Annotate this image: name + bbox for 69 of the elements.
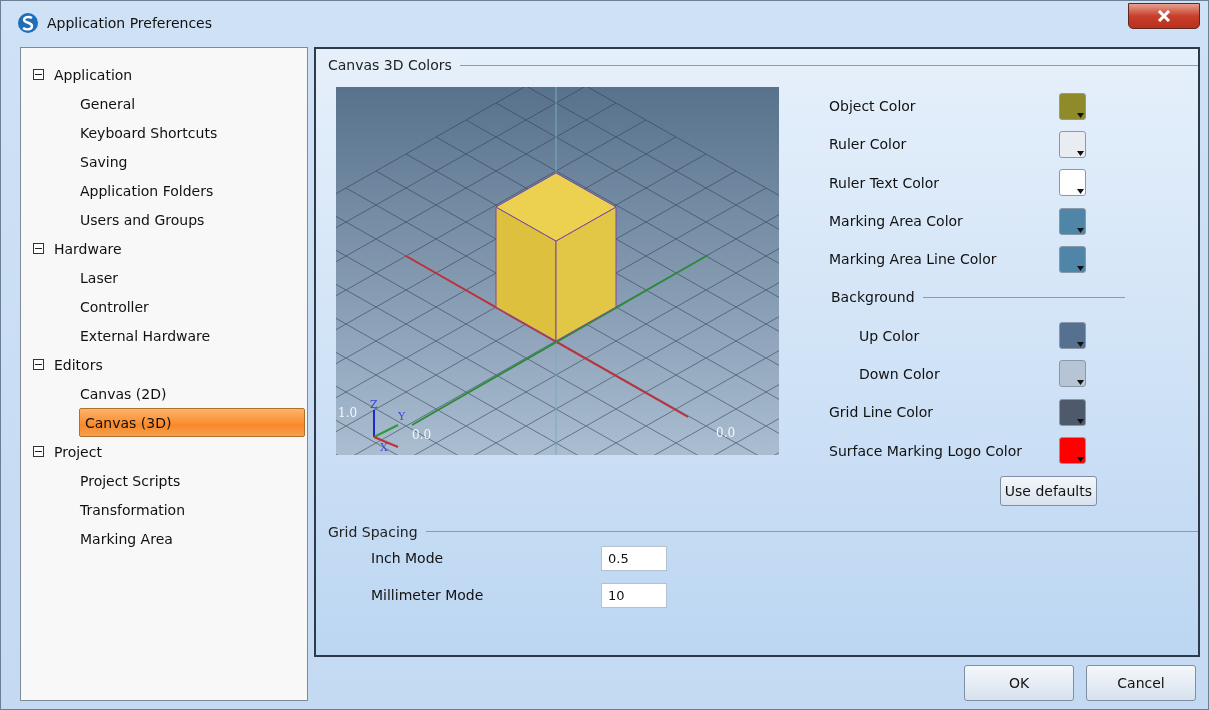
color-label: Marking Area Color <box>829 213 964 230</box>
color-label: Up Color <box>858 327 921 344</box>
color-label: Ruler Text Color <box>829 174 940 191</box>
tree-item[interactable]: Controller <box>28 292 305 321</box>
tree-group[interactable]: Editors <box>54 356 103 373</box>
tree-item[interactable]: Project Scripts <box>28 466 305 495</box>
ruler-label: 1.0 <box>338 406 358 420</box>
dialog-button[interactable]: OK <box>964 665 1074 701</box>
color-swatch-button[interactable] <box>1059 245 1086 273</box>
tree-item[interactable]: External Hardware <box>28 321 305 350</box>
section-heading: Canvas 3D Colors <box>328 57 452 73</box>
tree-item[interactable]: Application Folders <box>28 176 305 205</box>
tree-item[interactable]: Laser <box>28 263 305 292</box>
field-label: Millimeter Mode <box>371 587 485 604</box>
color-label: Ruler Color <box>829 136 908 153</box>
dropdown-arrow-icon <box>1077 227 1084 233</box>
tree-item[interactable]: Canvas (3D) <box>79 408 305 437</box>
app-logo-icon <box>17 12 39 34</box>
use-defaults-button[interactable]: Use defaults <box>999 475 1097 506</box>
color-label: Marking Area Line Color <box>829 251 998 268</box>
axis-label: X <box>380 441 388 454</box>
close-button[interactable] <box>1128 3 1200 29</box>
collapse-icon[interactable] <box>33 446 44 457</box>
dropdown-arrow-icon <box>1077 112 1084 118</box>
color-label: Object Color <box>829 98 917 115</box>
dropdown-arrow-icon <box>1077 150 1084 156</box>
collapse-icon[interactable] <box>33 69 44 80</box>
tree-group[interactable]: Hardware <box>54 240 122 257</box>
tree-item[interactable]: Canvas (2D) <box>28 379 305 408</box>
color-swatch-button[interactable] <box>1059 130 1086 158</box>
color-swatch-button[interactable] <box>1059 169 1086 197</box>
input-field[interactable]: 0.5 <box>601 545 667 571</box>
section-heading: Grid Spacing <box>328 523 418 540</box>
collapse-icon[interactable] <box>33 243 44 254</box>
tree-item[interactable]: Keyboard Shortcuts <box>28 118 305 147</box>
dropdown-arrow-icon <box>1077 265 1084 271</box>
tree-item[interactable]: General <box>28 89 305 118</box>
field-label: Inch Mode <box>371 550 445 567</box>
color-swatch-button[interactable] <box>1059 92 1086 120</box>
tree-item[interactable]: Transformation <box>28 495 305 524</box>
dropdown-arrow-icon <box>1077 418 1084 424</box>
ruler-label: 0.0 <box>412 428 432 442</box>
color-swatch-button[interactable] <box>1059 360 1086 388</box>
dropdown-arrow-icon <box>1077 189 1084 195</box>
tree-item[interactable]: Saving <box>28 147 305 176</box>
tree-group[interactable]: Application <box>54 66 133 83</box>
dropdown-arrow-icon <box>1077 457 1084 462</box>
tree-group[interactable]: Project <box>54 443 102 460</box>
section-heading: Background <box>831 289 915 306</box>
dropdown-arrow-icon <box>1077 380 1084 386</box>
tree-item[interactable]: Marking Area <box>28 524 305 553</box>
close-icon <box>1157 10 1171 22</box>
color-label: Grid Line Color <box>829 404 934 421</box>
color-swatch-button[interactable] <box>1059 437 1086 464</box>
axis-label: Y <box>398 410 406 423</box>
3d-viewport[interactable]: Z Y X 1.0 0.0 0.0 <box>336 87 779 455</box>
color-swatch-button[interactable] <box>1059 207 1086 235</box>
ruler-label: 0.0 <box>716 426 736 440</box>
color-label: Down Color <box>858 365 941 382</box>
input-field[interactable]: 10 <box>601 582 667 608</box>
tree-item[interactable]: Users and Groups <box>28 205 305 234</box>
color-swatch-button[interactable] <box>1059 398 1086 426</box>
collapse-icon[interactable] <box>33 359 44 370</box>
axis-label: Z <box>370 398 378 411</box>
color-label: Surface Marking Logo Color <box>829 442 1023 459</box>
dialog-button[interactable]: Cancel <box>1086 665 1196 701</box>
window-title: Application Preferences <box>47 15 213 31</box>
color-swatch-button[interactable] <box>1059 322 1086 350</box>
dropdown-arrow-icon <box>1077 342 1084 348</box>
